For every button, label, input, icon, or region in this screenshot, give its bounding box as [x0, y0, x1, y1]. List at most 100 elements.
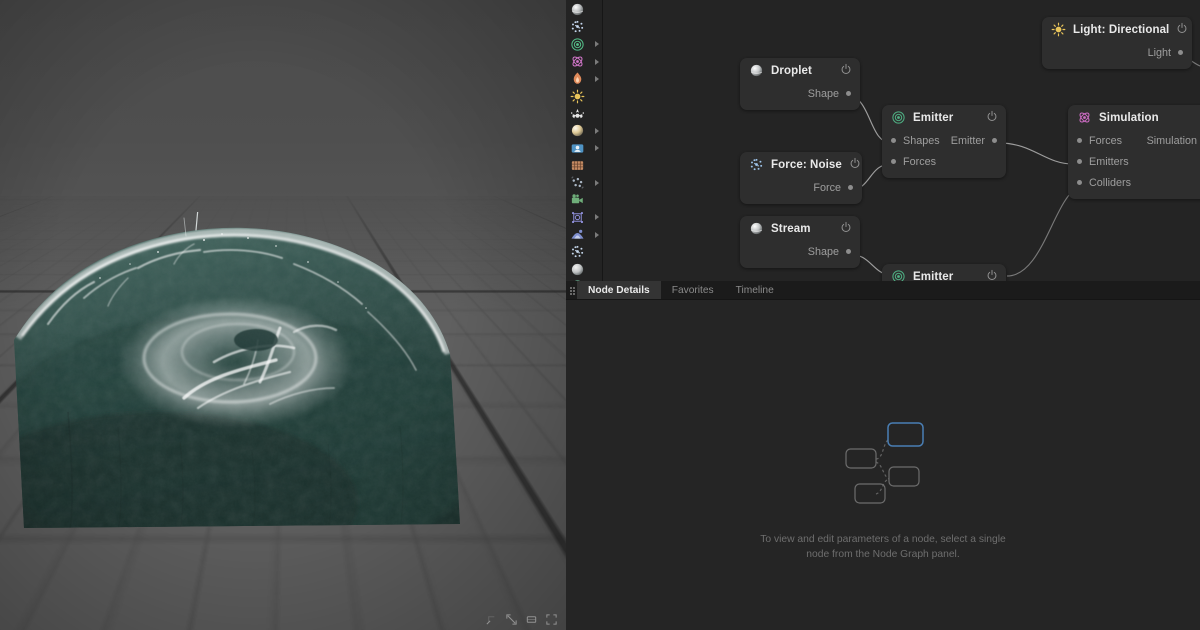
expand-arrow-icon[interactable]	[595, 179, 599, 186]
camera-view-icon	[570, 141, 585, 156]
expand-arrow-icon[interactable]	[595, 75, 599, 82]
node-title: Force: Noise	[771, 158, 842, 171]
port-row: Shapes Emitter	[882, 130, 1006, 151]
toolbar-item-simulation[interactable]	[566, 53, 602, 70]
emitter-target-icon	[891, 269, 906, 281]
power-toggle-icon[interactable]	[986, 109, 998, 127]
output-port-shape[interactable]: Shape	[808, 83, 851, 104]
port-row: Colliders	[1068, 172, 1200, 193]
collider-box-icon	[570, 210, 585, 225]
power-toggle-icon[interactable]	[849, 156, 861, 174]
node-header[interactable]: Emitter	[882, 105, 1006, 130]
expand-arrow-icon[interactable]	[595, 214, 599, 221]
power-toggle-icon[interactable]	[986, 268, 998, 282]
port-row: Light	[1042, 42, 1192, 63]
toolbar-item-collider[interactable]	[566, 209, 602, 226]
node-title: Droplet	[771, 64, 812, 77]
port-dot	[1077, 159, 1082, 164]
node-header[interactable]: Simulation	[1068, 105, 1200, 130]
move-arrows-icon[interactable]	[485, 613, 498, 626]
toolbar-item-material[interactable]	[566, 122, 602, 139]
noise-dots-icon	[570, 244, 585, 259]
tab-node-details[interactable]: Node Details	[577, 281, 661, 299]
toolbar-item-geometry-sphere[interactable]	[566, 260, 602, 277]
toolbar-item-render[interactable]	[566, 191, 602, 208]
port-dot	[848, 185, 853, 190]
expand-arrow-icon[interactable]	[595, 58, 599, 65]
port-dot	[846, 249, 851, 254]
node-palette-toolbar[interactable]	[566, 0, 603, 293]
expand-arrow-icon[interactable]	[595, 127, 599, 134]
expand-arrow-icon[interactable]	[595, 145, 599, 152]
port-row: Emitters	[1068, 151, 1200, 172]
simulation-atom-icon	[570, 54, 585, 69]
output-port-light[interactable]: Light	[1148, 42, 1183, 63]
frame-selection-icon[interactable]	[525, 613, 538, 626]
node-emitter2[interactable]: Emitter	[882, 264, 1006, 281]
port-dot	[891, 159, 896, 164]
node-emitter1[interactable]: Emitter Shapes Emitter Forces	[882, 105, 1006, 178]
node-footer-pad	[740, 104, 860, 110]
node-header[interactable]: Stream	[740, 216, 860, 241]
tab-label: Node Details	[588, 284, 650, 296]
node-stream[interactable]: Stream Shape	[740, 216, 860, 268]
power-toggle-icon[interactable]	[840, 220, 852, 238]
port-label: Shape	[807, 245, 839, 258]
toolbar-item-particles[interactable]	[566, 18, 602, 35]
node-header[interactable]: Force: Noise	[740, 152, 862, 177]
node-force_noise[interactable]: Force: Noise Force	[740, 152, 862, 204]
fullscreen-corners-icon[interactable]	[545, 613, 558, 626]
output-port-emitter[interactable]: Emitter	[951, 130, 997, 151]
expand-arrow-icon[interactable]	[595, 41, 599, 48]
input-port-forces[interactable]: Forces	[891, 151, 936, 172]
power-toggle-icon[interactable]	[1176, 21, 1188, 39]
sphere-icon	[749, 221, 764, 236]
empty-state: To view and edit parameters of a node, s…	[733, 418, 1033, 562]
node-header[interactable]: Emitter	[882, 264, 1006, 281]
input-port-forces[interactable]: Forces	[1077, 130, 1122, 151]
output-port-shape[interactable]: Shape	[808, 241, 851, 262]
input-port-colliders[interactable]: Colliders	[1077, 172, 1131, 193]
tab-timeline[interactable]: Timeline	[725, 281, 785, 299]
sun-light-icon	[570, 89, 585, 104]
power-toggle-icon[interactable]	[840, 62, 852, 80]
port-row: Force	[740, 177, 862, 198]
expand-arrow-icon[interactable]	[595, 231, 599, 238]
output-port-simulation[interactable]: Simulation	[1147, 130, 1200, 151]
panel-drag-handle[interactable]	[566, 281, 577, 299]
input-port-shapes[interactable]: Shapes	[891, 130, 940, 151]
toolbar-item-light[interactable]	[566, 87, 602, 104]
3d-viewport[interactable]	[0, 0, 566, 630]
panel-tab-bar[interactable]: Node Details Favorites Timeline	[566, 281, 1200, 300]
scale-diagonal-icon[interactable]	[505, 613, 518, 626]
empty-state-line-1: To view and edit parameters of a node, s…	[760, 534, 1006, 545]
toolbar-item-terrain[interactable]	[566, 226, 602, 243]
node-simulation[interactable]: Simulation Forces Simulation Emitters Collid…	[1068, 105, 1200, 199]
node-graph-panel[interactable]: Droplet Shape Force: Noise Force Stream …	[603, 0, 1200, 281]
port-label: Colliders	[1089, 176, 1132, 189]
input-port-emitters[interactable]: Emitters	[1077, 151, 1129, 172]
output-port-force[interactable]: Force	[813, 177, 853, 198]
node-droplet[interactable]: Droplet Shape	[740, 58, 860, 110]
toolbar-item-noise[interactable]	[566, 243, 602, 260]
node-light_dir[interactable]: Light: Directional Light	[1042, 17, 1192, 69]
node-header[interactable]: Droplet	[740, 58, 860, 83]
sphere-icon	[570, 2, 585, 17]
toolbar-item-grid-volume[interactable]	[566, 157, 602, 174]
toolbar-item-scatter[interactable]	[566, 174, 602, 191]
tab-favorites[interactable]: Favorites	[661, 281, 725, 299]
toolbar-item-emitter[interactable]	[566, 36, 602, 53]
toolbar-item-camera-view[interactable]	[566, 139, 602, 156]
toolbar-item-fire[interactable]	[566, 70, 602, 87]
port-label: Emitters	[1089, 155, 1129, 168]
sphere-icon	[749, 63, 764, 78]
application-window: Droplet Shape Force: Noise Force Stream …	[0, 0, 1200, 630]
tab-label: Favorites	[671, 284, 714, 296]
scatter-points-icon	[570, 175, 585, 190]
port-label: Simulation	[1146, 134, 1197, 147]
force-burst-icon	[570, 106, 585, 121]
node-header[interactable]: Light: Directional	[1042, 17, 1192, 42]
toolbar-item-force[interactable]	[566, 105, 602, 122]
toolbar-item-sphere[interactable]	[566, 1, 602, 18]
terrain-icon	[570, 227, 585, 242]
